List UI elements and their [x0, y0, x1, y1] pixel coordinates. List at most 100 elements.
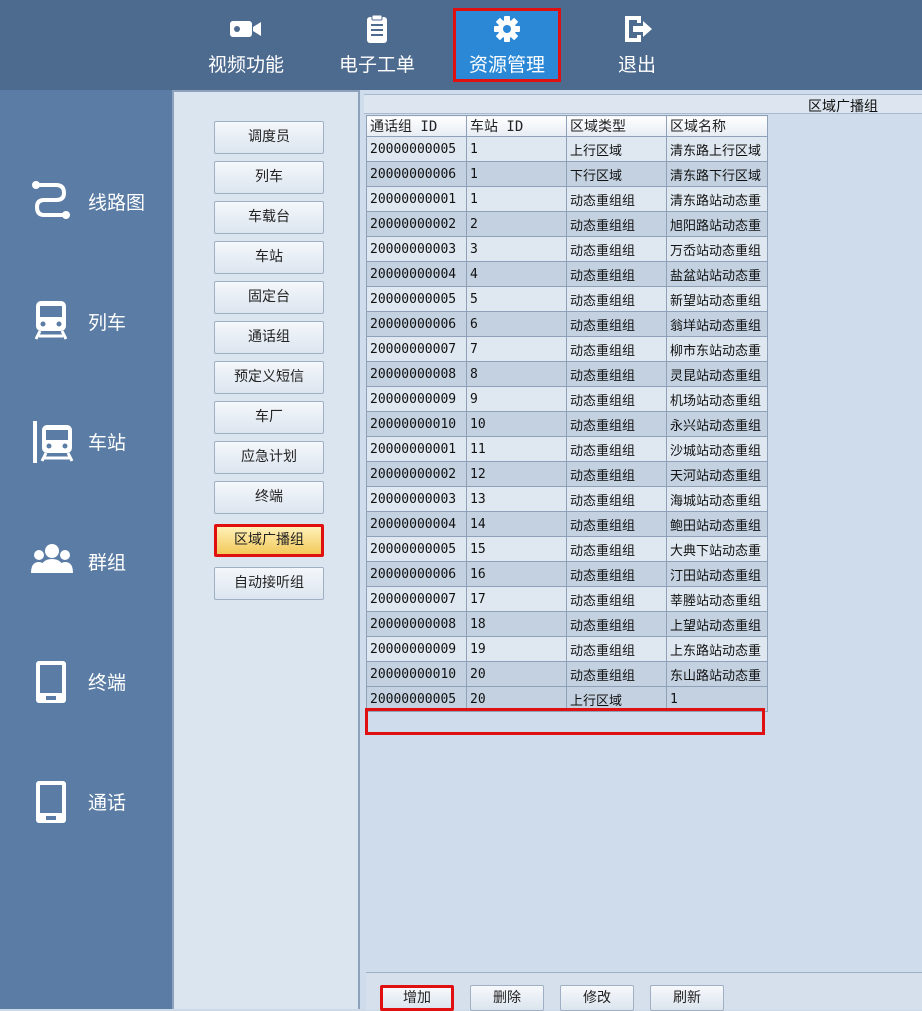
sub-menu-area-broadcast-group[interactable]: 区域广播组	[214, 524, 324, 557]
table-row[interactable]: 20000000008 18 动态重组组 上望站动态重组	[366, 611, 768, 637]
table-row[interactable]: 20000000001 1 动态重组组 清东路站动态重	[366, 186, 768, 212]
table-cell: 上望站动态重组	[666, 611, 768, 637]
table-cell: 动态重组组	[566, 236, 667, 262]
refresh-button[interactable]: 刷新	[650, 985, 724, 1011]
table-row[interactable]: 20000000007 7 动态重组组 柳市东站动态重	[366, 336, 768, 362]
sidebar-item-group[interactable]: 群组	[30, 535, 170, 585]
column-header[interactable]: 通话组 ID	[366, 115, 467, 137]
table-cell: 20	[466, 686, 567, 712]
sub-menu-station[interactable]: 车站	[214, 241, 324, 274]
terminal-icon	[36, 661, 66, 703]
table-cell: 海城站动态重组	[666, 486, 768, 512]
table-cell: 动态重组组	[566, 436, 667, 462]
gear-icon	[494, 16, 520, 42]
sidebar-item-label: 通话	[88, 792, 127, 814]
table-cell: 20000000006	[366, 561, 467, 587]
table-cell: 动态重组组	[566, 386, 667, 412]
table-cell: 万岙站动态重组	[666, 236, 768, 262]
modify-button[interactable]: 修改	[560, 985, 634, 1011]
table-row[interactable]: 20000000004 4 动态重组组 盐盆站站动态重	[366, 261, 768, 287]
table-row[interactable]: 20000000010 20 动态重组组 东山路站动态重	[366, 661, 768, 687]
nav-label: 资源管理	[468, 54, 545, 76]
table-cell: 1	[466, 136, 567, 162]
add-button[interactable]: 增加	[380, 985, 454, 1011]
sidebar-item-route-map[interactable]: 线路图	[30, 175, 170, 225]
nav-e-work-order[interactable]: 电子工单	[323, 8, 431, 82]
table-cell: 20000000005	[366, 686, 467, 712]
table-cell: 汀田站动态重组	[666, 561, 768, 587]
column-header[interactable]: 区域类型	[566, 115, 667, 137]
table-cell: 下行区域	[566, 161, 667, 187]
table-cell: 永兴站动态重组	[666, 411, 768, 437]
table-row[interactable]: 20000000010 10 动态重组组 永兴站动态重组	[366, 411, 768, 437]
table-row[interactable]: 20000000005 15 动态重组组 大典下站动态重	[366, 536, 768, 562]
table-cell: 20000000004	[366, 511, 467, 537]
table-cell: 动态重组组	[566, 411, 667, 437]
table-cell: 20000000001	[366, 186, 467, 212]
sidebar-item-terminal[interactable]: 终端	[30, 655, 170, 705]
top-bar: 视频功能 电子工单 资源管理 退出	[0, 0, 922, 90]
table-cell: 动态重组组	[566, 536, 667, 562]
table-cell: 3	[466, 236, 567, 262]
table-row[interactable]: 20000000003 3 动态重组组 万岙站动态重组	[366, 236, 768, 262]
table-cell: 20000000008	[366, 611, 467, 637]
sidebar-item-label: 终端	[88, 672, 127, 694]
table-row[interactable]: 20000000006 16 动态重组组 汀田站动态重组	[366, 561, 768, 587]
sub-menu-dispatcher[interactable]: 调度员	[214, 121, 324, 154]
table-row[interactable]: 20000000004 14 动态重组组 鲍田站动态重组	[366, 511, 768, 537]
sub-menu-depot[interactable]: 车厂	[214, 401, 324, 434]
table-row[interactable]: 20000000002 2 动态重组组 旭阳路站动态重	[366, 211, 768, 237]
table-cell: 清东路下行区域	[666, 161, 768, 187]
table-cell: 旭阳路站动态重	[666, 211, 768, 237]
nav-resource-management[interactable]: 资源管理	[453, 8, 561, 82]
table-cell: 动态重组组	[566, 561, 667, 587]
column-header[interactable]: 区域名称	[666, 115, 768, 137]
delete-button[interactable]: 删除	[470, 985, 544, 1011]
sub-menu-emergency-plan[interactable]: 应急计划	[214, 441, 324, 474]
nav-logout[interactable]: 退出	[583, 8, 691, 82]
table-row[interactable]: 20000000002 12 动态重组组 天河站动态重组	[366, 461, 768, 487]
sub-menu-terminal[interactable]: 终端	[214, 481, 324, 514]
table-cell: 盐盆站站动态重	[666, 261, 768, 287]
table-cell: 动态重组组	[566, 511, 667, 537]
table-cell: 12	[466, 461, 567, 487]
sidebar-item-label: 线路图	[88, 192, 146, 214]
table-row[interactable]: 20000000009 9 动态重组组 机场站动态重组	[366, 386, 768, 412]
table-cell: 11	[466, 436, 567, 462]
table-row[interactable]: 20000000005 5 动态重组组 新望站动态重组	[366, 286, 768, 312]
table-cell: 5	[466, 286, 567, 312]
table-row[interactable]: 20000000006 6 动态重组组 翁垟站动态重组	[366, 311, 768, 337]
sub-menu-vehicle-radio[interactable]: 车载台	[214, 201, 324, 234]
table-header-row: 通话组 ID 车站 ID 区域类型 区域名称	[366, 115, 768, 137]
table-cell: 动态重组组	[566, 186, 667, 212]
table-cell: 灵昆站动态重组	[666, 361, 768, 387]
table-cell: 20000000006	[366, 311, 467, 337]
column-header[interactable]: 车站 ID	[466, 115, 567, 137]
table-cell: 20000000004	[366, 261, 467, 287]
table-row-new[interactable]: 20000000005 20 上行区域 1	[366, 686, 768, 712]
sub-menu-train[interactable]: 列车	[214, 161, 324, 194]
main-content: 区域广播组 通话组 ID 车站 ID 区域类型 区域名称 20000000005…	[358, 90, 922, 1011]
table-cell: 20000000006	[366, 161, 467, 187]
table-row[interactable]: 20000000001 11 动态重组组 沙城站动态重组	[366, 436, 768, 462]
table-cell: 1	[466, 186, 567, 212]
table-row[interactable]: 20000000003 13 动态重组组 海城站动态重组	[366, 486, 768, 512]
sidebar-item-train[interactable]: 列车	[30, 295, 170, 345]
table-cell: 20	[466, 661, 567, 687]
table-row[interactable]: 20000000005 1 上行区域 清东路上行区域	[366, 136, 768, 162]
table-cell: 莘塍站动态重组	[666, 586, 768, 612]
nav-label: 退出	[617, 54, 656, 76]
table-row[interactable]: 20000000008 8 动态重组组 灵昆站动态重组	[366, 361, 768, 387]
sidebar-item-call[interactable]: 通话	[30, 775, 170, 825]
sub-menu-talk-group[interactable]: 通话组	[214, 321, 324, 354]
table-row[interactable]: 20000000007 17 动态重组组 莘塍站动态重组	[366, 586, 768, 612]
table-row[interactable]: 20000000006 1 下行区域 清东路下行区域	[366, 161, 768, 187]
table-cell: 动态重组组	[566, 211, 667, 237]
sidebar-item-station[interactable]: 车站	[30, 415, 170, 465]
table-cell: 6	[466, 311, 567, 337]
sub-menu-predefined-sms[interactable]: 预定义短信	[214, 361, 324, 394]
sub-menu-fixed-station[interactable]: 固定台	[214, 281, 324, 314]
table-row[interactable]: 20000000009 19 动态重组组 上东路站动态重	[366, 636, 768, 662]
sub-menu-auto-answer-group[interactable]: 自动接听组	[214, 567, 324, 600]
nav-video-function[interactable]: 视频功能	[192, 8, 300, 82]
